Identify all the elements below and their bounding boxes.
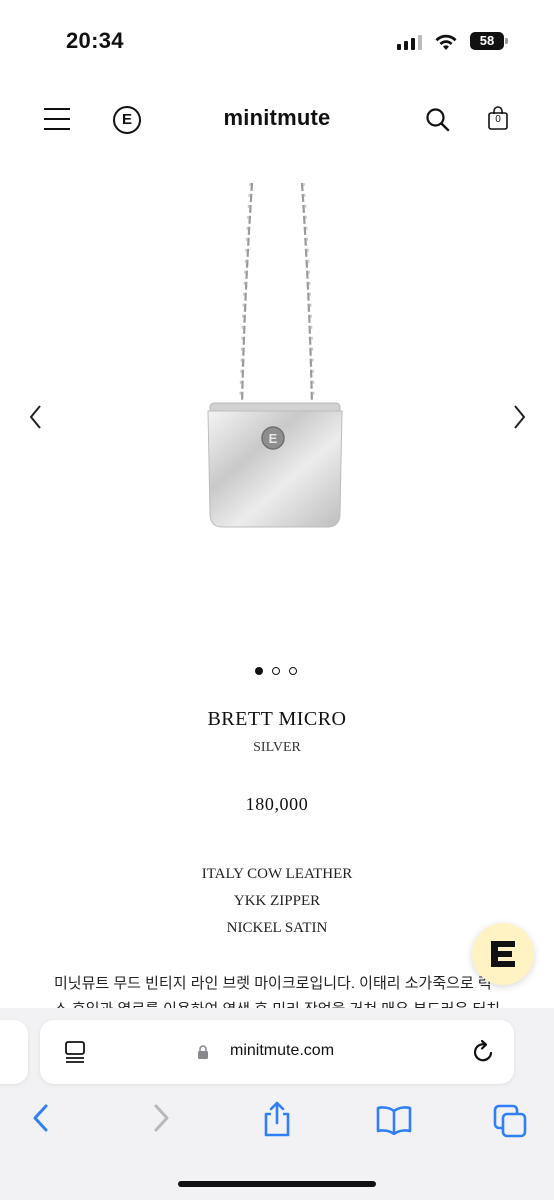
wifi-icon	[435, 34, 457, 50]
svg-text:E: E	[269, 431, 278, 446]
carousel-dot[interactable]	[255, 667, 263, 675]
spec-zipper: YKK ZIPPER	[233, 893, 321, 909]
chat-button[interactable]	[472, 923, 534, 985]
chevron-right-icon[interactable]	[511, 404, 527, 430]
status-time: 20:34	[66, 28, 124, 53]
cart-count: 0	[495, 114, 501, 125]
product-color: SILVER	[253, 740, 301, 755]
product-price: 180,000	[245, 794, 309, 814]
back-icon[interactable]	[30, 1102, 52, 1134]
carousel-dot[interactable]	[272, 667, 280, 675]
search-icon[interactable]	[425, 107, 451, 133]
spec-material: ITALY COW LEATHER	[201, 866, 353, 882]
share-icon[interactable]	[261, 1100, 293, 1138]
reader-icon[interactable]	[64, 1040, 86, 1064]
chat-icon	[491, 941, 515, 967]
product-name: BRETT MICRO	[207, 708, 347, 730]
tabs-icon[interactable]	[493, 1104, 529, 1138]
bookmarks-icon[interactable]	[375, 1105, 413, 1135]
site-title[interactable]: minitmute	[0, 105, 554, 131]
lock-icon	[198, 1045, 208, 1059]
reload-icon[interactable]	[470, 1039, 496, 1065]
carousel-dot[interactable]	[289, 667, 297, 675]
product-image[interactable]: E	[170, 175, 384, 545]
url-text[interactable]: minitmute.com	[230, 1042, 334, 1060]
battery-tip	[505, 38, 508, 44]
cellular-signal-icon	[397, 34, 423, 50]
battery-indicator: 58	[470, 32, 504, 50]
product-description: 미닛뮤트 무드 빈티지 라인 브렛 마이크로입니다. 이태리 소가죽으로 럭	[54, 975, 492, 992]
home-indicator	[178, 1181, 376, 1187]
previous-tab-preview[interactable]	[0, 1020, 28, 1084]
spec-hardware: NICKEL SATIN	[226, 920, 328, 936]
forward-icon[interactable]	[150, 1102, 172, 1134]
chevron-left-icon[interactable]	[28, 404, 44, 430]
